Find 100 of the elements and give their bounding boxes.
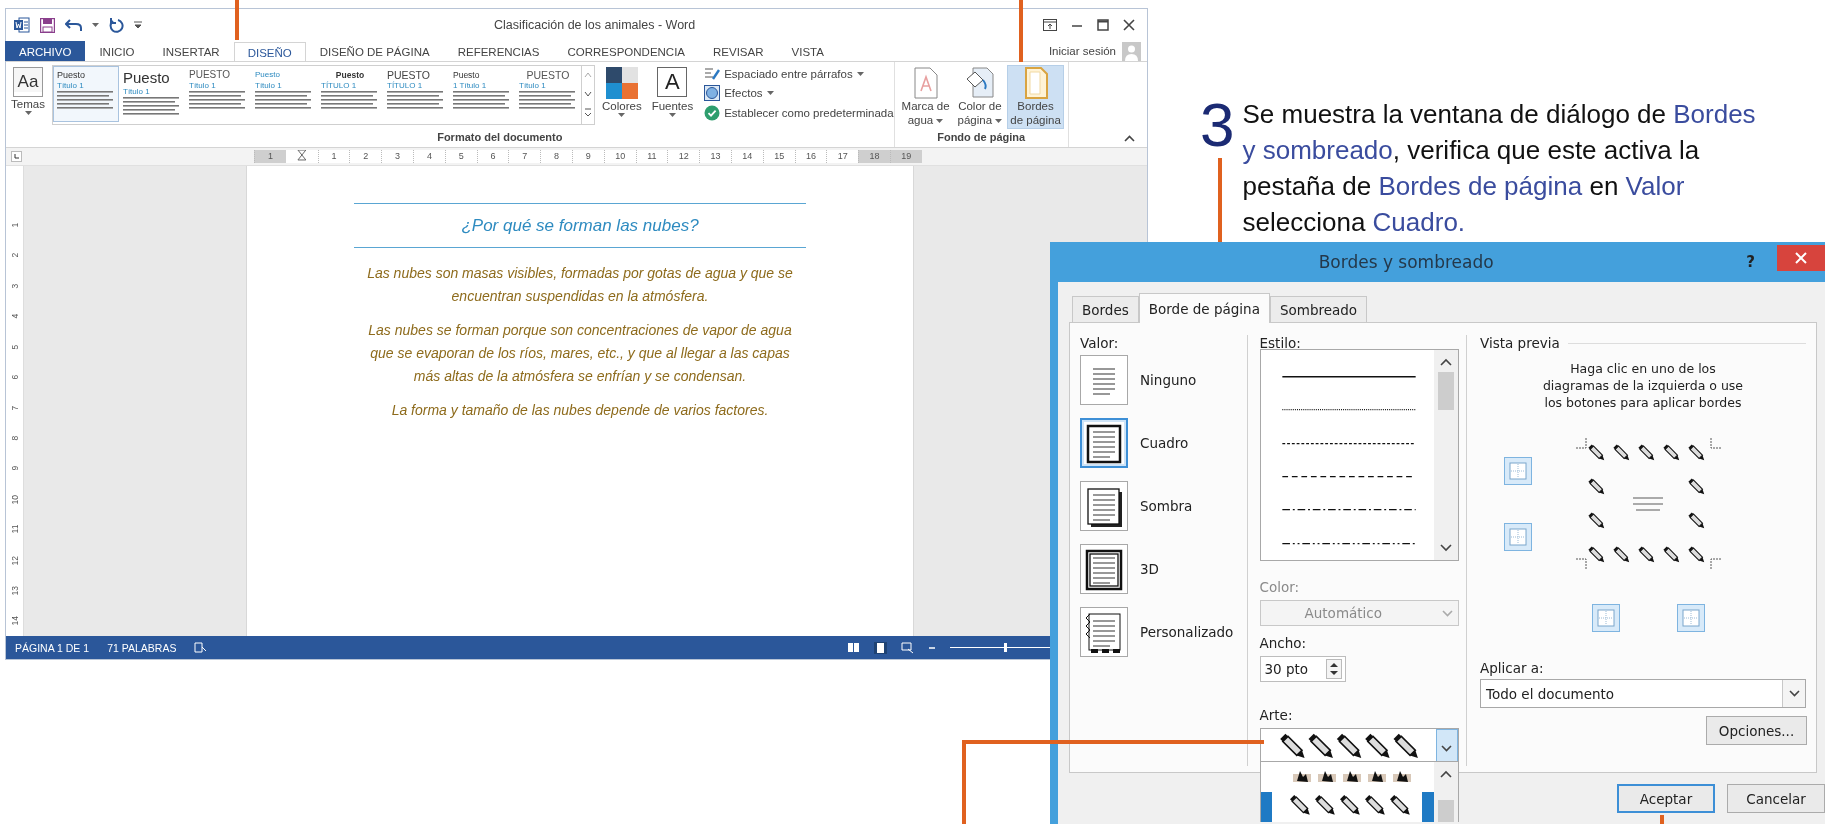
check-circle-icon	[704, 105, 721, 121]
border-grid-icon	[1509, 462, 1527, 480]
fonts-button[interactable]: A Fuentes	[648, 65, 697, 120]
ribbon-tab[interactable]: REFERENCIAS	[443, 41, 554, 61]
dialog-tab[interactable]: Bordes	[1072, 296, 1139, 322]
setting-preset-button[interactable]	[1080, 480, 1128, 531]
paragraph-lines-drawing	[189, 91, 247, 109]
scrollbar[interactable]	[1433, 762, 1458, 822]
setting-preset-button[interactable]	[1080, 606, 1128, 657]
word-logo-icon[interactable]	[14, 17, 30, 33]
slider-thumb[interactable]	[1004, 643, 1007, 652]
print-layout-icon[interactable]	[874, 641, 887, 654]
ribbon-tab[interactable]: INSERTAR	[148, 41, 234, 61]
style-subtitle: Título 1	[255, 81, 283, 91]
ribbon-tab[interactable]: REVISAR	[699, 41, 778, 61]
style-title: PUESTO	[387, 69, 431, 81]
ruler-number: 1	[317, 150, 350, 163]
ribbon-command[interactable]: Establecer como predeterminada	[704, 105, 894, 121]
ruler-number: 6	[476, 150, 509, 163]
ruler-number: 11	[9, 524, 21, 536]
style-title: PUESTO	[189, 69, 231, 81]
border-toggle-button[interactable]	[1504, 457, 1532, 485]
undo-icon[interactable]	[65, 18, 82, 32]
style-title: Puesto	[123, 69, 171, 87]
maximize-icon[interactable]	[1097, 19, 1109, 31]
colors-button[interactable]: Colores	[599, 65, 645, 120]
border-toggle-button[interactable]	[1504, 523, 1532, 551]
setting-label[interactable]: Cuadro	[1140, 434, 1189, 451]
setting-preset-button[interactable]	[1080, 543, 1128, 594]
preview-hint: Haga clic en uno de los diagramas de la izquierda o use los botones para aplicar bordes	[1541, 360, 1745, 411]
ok-button[interactable]: Aceptar	[1617, 784, 1715, 813]
ribbon-tab[interactable]: INICIO	[85, 41, 149, 61]
options-button[interactable]: Opciones...	[1706, 716, 1807, 745]
cancel-button[interactable]: Cancelar	[1727, 784, 1825, 813]
document-paragraph: Las nubes se forman porque son concentraciones de vapor de agua que se evaporan de los ríos, mares, etc., y que al llegar a las capas más altas de la atmósfera se enfrían y se condensan.	[367, 321, 793, 386]
save-icon[interactable]	[40, 17, 55, 33]
setting-label[interactable]: Ninguno	[1140, 371, 1197, 388]
group-label: Fondo de página	[936, 131, 1027, 145]
document-paragraph: La forma y tamaño de las nubes depende de varios factores.	[390, 401, 770, 420]
word-count[interactable]: 71 PALABRAS	[107, 641, 177, 654]
style-subtitle: Título 1	[189, 81, 217, 91]
ribbon-tab[interactable]: VISTA	[777, 41, 838, 61]
paragraph-spacing-icon	[704, 67, 721, 81]
style-title: Puesto	[453, 69, 481, 81]
font-icon: A	[657, 67, 688, 97]
ribbon-tab[interactable]: DISEÑO DE PÁGINA	[305, 41, 444, 61]
ribbon-command[interactable]: Efectos	[704, 85, 894, 101]
setting-label[interactable]: Sombra	[1140, 497, 1193, 514]
collapse-ribbon-icon[interactable]	[1124, 135, 1135, 142]
setting-preset-button[interactable]	[1080, 417, 1128, 468]
page-count[interactable]: PÁGINA 1 DE 1	[15, 641, 90, 654]
style-title: Puesto	[255, 69, 281, 81]
setting-label[interactable]: 3D	[1140, 560, 1159, 577]
effects-icon	[704, 85, 721, 101]
scrollbar[interactable]	[1433, 350, 1458, 560]
border-toggle-button[interactable]	[1677, 604, 1705, 632]
width-spin-field[interactable]: 30 pto	[1259, 656, 1346, 682]
close-icon[interactable]	[1123, 19, 1135, 31]
ruler-number: 5	[444, 150, 477, 163]
ruler-number: 9	[571, 150, 604, 163]
ruler-number: 16	[794, 150, 827, 163]
ribbon-command[interactable]: Marca de agua	[898, 65, 953, 129]
ribbon-command[interactable]: Bordes de página	[1007, 65, 1064, 129]
proofing-icon[interactable]	[194, 641, 208, 654]
paragraph-lines-drawing	[321, 91, 379, 109]
customize-icon[interactable]	[134, 21, 142, 29]
setting-label[interactable]: Personalizado	[1140, 623, 1234, 640]
document-paragraph: Las nubes son masas visibles, formadas por gotas de agua y que se encuentran suspendidas en la atmósfera.	[366, 264, 794, 306]
ruler-number: 4	[9, 313, 21, 321]
help-button[interactable]: ?	[1746, 253, 1755, 271]
ruler-number: 12	[667, 150, 700, 163]
ruler-number: 1	[9, 221, 21, 230]
ribbon-command[interactable]: Color de página	[954, 65, 1006, 129]
style-title: Puesto	[334, 69, 366, 81]
paragraph-lines-drawing	[519, 91, 577, 109]
redo-icon[interactable]	[109, 17, 124, 33]
apply-to-dropdown[interactable]: Todo el documento	[1480, 679, 1806, 708]
read-mode-icon[interactable]	[847, 642, 860, 653]
ribbon-command[interactable]: Espaciado entre párrafos	[704, 67, 894, 81]
style-set-option[interactable]: Puesto Título 1	[53, 66, 119, 122]
caret-icon	[618, 113, 626, 118]
themes-icon: Aa	[13, 67, 43, 97]
spin-arrows-icon[interactable]	[1325, 659, 1342, 679]
ribbon-tab[interactable]: DISEÑO	[233, 42, 306, 62]
web-layout-icon[interactable]	[901, 641, 914, 654]
dialog-tab[interactable]: Borde de página	[1138, 293, 1270, 323]
tab-selector-icon[interactable]	[11, 151, 22, 162]
ribbon-tab[interactable]: ARCHIVO	[5, 41, 86, 61]
border-toggle-button[interactable]	[1592, 604, 1620, 632]
ruler-number: 4	[413, 150, 445, 163]
themes-button[interactable]: Aa Temas	[8, 65, 48, 118]
style-subtitle: Título 1	[123, 87, 151, 97]
paragraph-lines-drawing	[123, 97, 181, 115]
sign-in-link[interactable]: Iniciar sesión	[1048, 45, 1116, 57]
field-label: Aplicar a:	[1480, 660, 1545, 677]
close-button[interactable]	[1777, 245, 1825, 271]
dialog-tab[interactable]: Sombreado	[1269, 296, 1368, 322]
ribbon-display-icon[interactable]	[1043, 19, 1057, 31]
ribbon-tab[interactable]: CORRESPONDENCIA	[553, 41, 700, 61]
field-label: Arte:	[1259, 707, 1294, 724]
